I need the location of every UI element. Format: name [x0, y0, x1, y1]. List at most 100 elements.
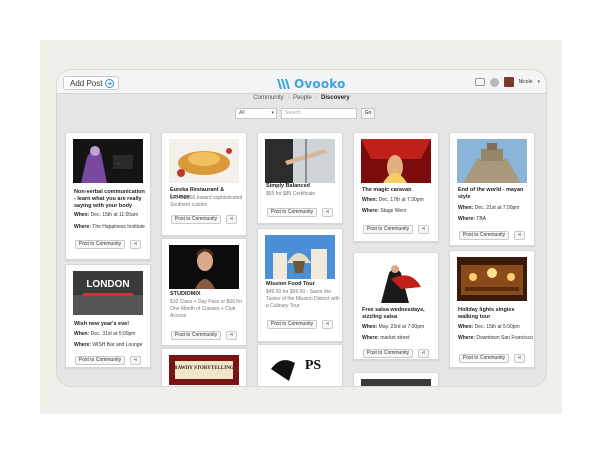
card-partial[interactable]	[353, 372, 439, 386]
nav-discovery[interactable]: Discovery	[321, 95, 350, 101]
share-icon[interactable]: ⋖	[418, 349, 429, 358]
share-icon[interactable]: ⋖	[226, 215, 237, 224]
post-to-community-button[interactable]: Post to Community	[363, 349, 413, 358]
nav-community[interactable]: Community	[253, 95, 283, 101]
when-label: When:	[458, 324, 474, 330]
card-image	[265, 139, 335, 183]
where-label: Where:	[458, 216, 475, 222]
post-to-community-button[interactable]: Post to Community	[75, 356, 125, 365]
share-icon[interactable]: ⋖	[226, 331, 237, 340]
where-value: market street	[380, 335, 410, 341]
user-name[interactable]: Nicole	[519, 79, 533, 85]
card-simply-balanced[interactable]: Simply Balanced $65 for $85 Certificate …	[257, 132, 343, 224]
filter-bar: All ▾ Search Go	[235, 108, 375, 119]
post-to-community-button[interactable]: Post to Community	[459, 354, 509, 363]
card-description: $25 for $50 toward sophisticated Souther…	[170, 195, 243, 208]
card-bawdy-storytelling[interactable]: BAWDY STORYTELLING	[161, 348, 247, 386]
nav-people[interactable]: People	[293, 95, 312, 101]
card-image-text: LONDON	[86, 279, 129, 290]
share-icon[interactable]: ⋖	[130, 240, 141, 249]
share-icon[interactable]: ⋖	[514, 354, 525, 363]
category-select[interactable]: All ▾	[235, 108, 277, 119]
when-label: When:	[74, 331, 90, 337]
search-input[interactable]: Search	[281, 108, 357, 119]
card-wish-nye[interactable]: LONDON Wish new year's eve! When: Dec. 3…	[65, 264, 151, 368]
card-where: Where: TBA	[458, 216, 534, 223]
chevron-down-icon: ▾	[271, 110, 274, 116]
card-title: The magic caravan	[362, 187, 412, 193]
card-mission-food-tour[interactable]: Mission Food Tour $49.50 for $99.00 - Sa…	[257, 228, 343, 342]
when-value: Dec. 21st at 7:00pm	[474, 205, 520, 211]
logo-mark-icon	[277, 79, 290, 89]
chevron-down-icon[interactable]: ▾	[537, 79, 540, 85]
nav-separator: ·	[315, 95, 318, 101]
share-icon[interactable]: ⋖	[130, 356, 141, 365]
post-to-community-button[interactable]: Post to Community	[363, 225, 413, 234]
card-image	[457, 139, 527, 183]
where-value: Stage Werx	[380, 208, 407, 214]
card-description: $65 for $85 Certificate	[266, 191, 316, 197]
post-to-community-button[interactable]: Post to Community	[171, 215, 221, 224]
card-studiomix[interactable]: STUDIOMIX $10 Class + Day Pass or $69 fo…	[161, 238, 247, 346]
card-when: When: Dec. 17th at 7:30pm	[362, 197, 438, 204]
card-image	[361, 259, 431, 303]
card-eureka[interactable]: Eureka Restaurant & Lounge $25 for $50 t…	[161, 132, 247, 236]
avatar[interactable]	[503, 77, 514, 87]
card-title: Free salsa wednesdays, sizzling salsa	[362, 307, 425, 320]
card-image	[361, 379, 431, 386]
card-title: End of the world - mayan style	[458, 187, 524, 200]
card-nonverbal[interactable]: ... Non-verbal communication - learn wha…	[65, 132, 151, 260]
card-title: Holiday lights singles walking tour	[458, 307, 515, 320]
share-icon[interactable]: ⋖	[514, 231, 525, 240]
card-where: Where: WISH Bar and Lounge	[74, 342, 150, 349]
card-when: When: Dec. 21st at 7:00pm	[458, 205, 534, 212]
card-where: Where: The Happiness Institute	[74, 224, 150, 231]
notifications-icon[interactable]	[489, 77, 499, 87]
card-where: Where: market street	[362, 335, 438, 342]
card-title: STUDIOMIX	[170, 291, 201, 297]
when-value: Dec. 17th at 7:30pm	[378, 197, 424, 203]
section-nav: Community · People · Discovery	[57, 95, 546, 106]
when-label: When:	[362, 324, 378, 330]
share-icon[interactable]: ⋖	[418, 225, 429, 234]
card-title: Simply Balanced	[266, 183, 311, 189]
when-value: Dec. 15th at 11:00am	[90, 212, 139, 218]
card-image: PS	[265, 351, 335, 386]
when-label: When:	[458, 205, 474, 211]
share-icon[interactable]: ⋖	[322, 208, 333, 217]
card-when: When: Dec. 15th at 5:00pm	[458, 324, 534, 331]
plus-icon: +	[105, 78, 115, 88]
post-to-community-button[interactable]: Post to Community	[459, 231, 509, 240]
post-to-community-button[interactable]: Post to Community	[267, 208, 317, 217]
post-to-community-button[interactable]: Post to Community	[75, 240, 125, 249]
post-to-community-button[interactable]: Post to Community	[171, 331, 221, 340]
chat-icon[interactable]	[474, 78, 485, 86]
card-holiday-lights[interactable]: Holiday lights singles walking tour When…	[449, 250, 535, 368]
where-label: Where:	[458, 335, 475, 341]
logo[interactable]: Ovooko	[276, 77, 346, 91]
when-label: When:	[74, 212, 90, 218]
when-label: When:	[362, 197, 378, 203]
card-end-of-world[interactable]: End of the world - mayan style When: Dec…	[449, 132, 535, 246]
where-label: Where:	[74, 224, 91, 230]
card-image: BAWDY STORYTELLING	[169, 355, 239, 385]
card-free-salsa[interactable]: Free salsa wednesdays, sizzling salsa Wh…	[353, 252, 439, 360]
card-ps[interactable]: PS	[257, 344, 343, 386]
app-window: Add Post + Ovooko Nicole ▾ Community · P…	[57, 70, 546, 386]
card-image	[169, 139, 239, 183]
when-value: Dec. 31st at 5:00pm	[90, 331, 136, 337]
card-when: When: Dec. 15th at 11:00am	[74, 212, 150, 219]
add-post-button[interactable]: Add Post +	[63, 76, 120, 90]
post-to-community-button[interactable]: Post to Community	[267, 320, 317, 329]
when-value: Dec. 15th at 5:00pm	[474, 324, 520, 330]
share-icon[interactable]: ⋖	[322, 320, 333, 329]
where-label: Where:	[362, 208, 379, 214]
go-button[interactable]: Go	[361, 108, 375, 119]
card-image-text: BAWDY STORYTELLING	[174, 366, 234, 371]
card-title: Wish new year's eve!	[74, 321, 130, 327]
logo-text: Ovooko	[294, 77, 346, 91]
where-label: Where:	[74, 342, 91, 348]
card-image	[361, 139, 431, 183]
top-bar: Add Post + Ovooko Nicole ▾	[57, 70, 546, 94]
card-magic-caravan[interactable]: The magic caravan When: Dec. 17th at 7:3…	[353, 132, 439, 242]
